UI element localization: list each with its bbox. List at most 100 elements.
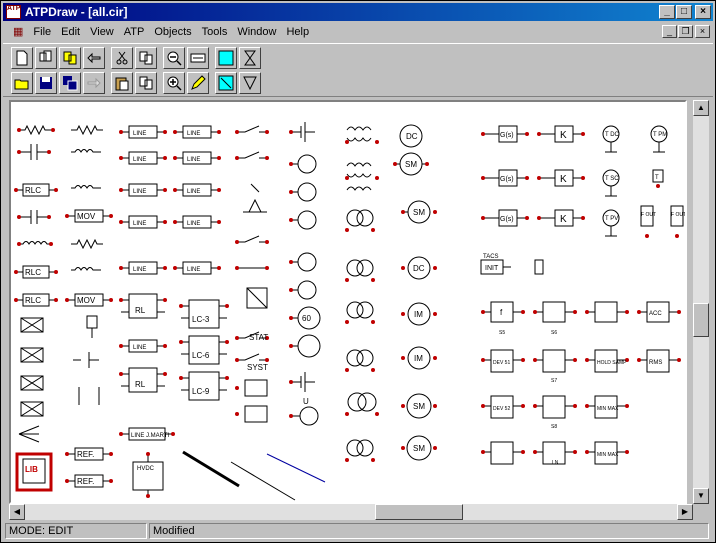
gs-label-1: G(s) [500, 132, 514, 139]
copy-doc-button[interactable] [59, 47, 81, 69]
minimize-button[interactable]: _ [659, 5, 675, 19]
arrows-icon [87, 52, 101, 64]
hold-label: HOLD SAMP [597, 360, 627, 366]
rl-label-2: RL [135, 380, 146, 389]
tpv-label: T PV [605, 216, 618, 222]
status-mode: MODE: EDIT [5, 523, 147, 539]
flip-button[interactable] [239, 72, 261, 94]
scroll-right-button[interactable]: ▶ [677, 504, 693, 520]
fout-label-2: F OUT [671, 212, 685, 218]
t-label: T [655, 175, 659, 181]
menu-edit[interactable]: Edit [56, 23, 85, 41]
horizontal-scrollbar[interactable]: ◀ ▶ [9, 504, 693, 520]
window-title: ATPDraw - [all.cir] [25, 5, 128, 19]
mov-label-1: MOV [77, 212, 96, 221]
mdi-restore-button[interactable]: ❐ [678, 25, 693, 38]
atpdraw-app-icon[interactable]: ATP [6, 5, 21, 19]
dc-label-2: DC [413, 264, 425, 273]
tsc-label: T SC [605, 176, 619, 182]
minmax-label-1: MIN MAX [597, 406, 619, 412]
redo-button[interactable] [83, 72, 105, 94]
save-icon [40, 77, 52, 89]
stat-label: STAT [249, 333, 268, 342]
arrows-disabled-icon [87, 77, 101, 89]
scroll-left-button[interactable]: ◀ [9, 504, 25, 520]
sm-label-2: SM [413, 208, 425, 217]
menu-help[interactable]: Help [281, 23, 314, 41]
open-button[interactable] [11, 72, 33, 94]
status-bar: MODE: EDIT Modified [3, 522, 713, 541]
zoom-out-button[interactable] [163, 47, 185, 69]
mdi-doc-icon[interactable]: ▦ [3, 23, 28, 41]
menu-file[interactable]: File [28, 23, 56, 41]
scroll-down-button[interactable]: ▼ [693, 488, 709, 504]
vertical-scrollbar[interactable]: ▲ ▼ [693, 100, 709, 504]
minmax-label-2: MIN MAX [597, 452, 619, 458]
save-button[interactable] [35, 72, 57, 94]
hourglass-button[interactable] [239, 47, 261, 69]
scroll-up-button[interactable]: ▲ [693, 100, 709, 116]
jmarti-label: LINE J.MARTI [131, 433, 170, 439]
vertical-scroll-thumb[interactable] [693, 303, 709, 337]
rms-label: RMS [649, 360, 662, 366]
menu-objects[interactable]: Objects [149, 23, 196, 41]
save-all-button[interactable] [59, 72, 81, 94]
text-icon [190, 53, 206, 63]
fout-label-1: F OUT [641, 212, 656, 218]
im-label-1: IM [414, 310, 423, 319]
menu-window[interactable]: Window [232, 23, 281, 41]
acc-label: ACC [649, 311, 662, 317]
k-label-3: K [560, 214, 567, 225]
duplicate-button[interactable] [135, 72, 157, 94]
ln-label: LN [552, 460, 559, 466]
sm-label-1: SM [405, 160, 417, 169]
text-button[interactable] [187, 47, 209, 69]
f-label: f [500, 308, 503, 317]
lc6-label: LC-6 [192, 351, 210, 360]
menu-tools[interactable]: Tools [197, 23, 233, 41]
line-label-10: LINE [187, 221, 200, 227]
select-icon [218, 75, 234, 91]
s8-label: S8 [551, 424, 557, 430]
s6-label: S6 [551, 330, 557, 336]
s7-label: S7 [551, 378, 557, 384]
horizontal-scroll-thumb[interactable] [375, 504, 463, 520]
line-label-9: LINE [187, 189, 200, 195]
mdi-close-button[interactable]: × [695, 25, 710, 38]
tpm-label: T PM [653, 132, 667, 138]
save-all-icon [63, 76, 78, 91]
new-multi-icon [39, 50, 52, 62]
new-button[interactable] [11, 47, 33, 69]
select-button[interactable] [215, 72, 237, 94]
copy-icon [139, 51, 153, 65]
copy-button[interactable] [135, 47, 157, 69]
tacs-label: TACS [483, 254, 499, 260]
menu-atp[interactable]: ATP [119, 23, 150, 41]
zoom-in-icon [167, 76, 182, 91]
close-button[interactable]: × [695, 5, 711, 19]
color-button[interactable] [215, 47, 237, 69]
ref-label-2: REF. [77, 477, 94, 486]
line-label-6: LINE [133, 345, 146, 351]
draw-button[interactable] [187, 72, 209, 94]
hvdc-label: HVDC [137, 466, 155, 472]
gs-label-2: G(s) [500, 176, 514, 183]
paste-button[interactable] [111, 72, 133, 94]
line-label-8: LINE [187, 157, 200, 163]
lib-button[interactable]: LIB [15, 452, 53, 492]
dev51-label: DEV 51 [493, 360, 510, 366]
line-label-7: LINE [187, 131, 200, 137]
new-icon [16, 50, 28, 66]
circuit-canvas[interactable]: RLC RLC RLC MOV MOV REF. REF. LINE LINE … [9, 100, 687, 504]
status-modified: Modified [149, 523, 709, 539]
new-multi-button[interactable] [35, 47, 57, 69]
mdi-minimize-button[interactable]: _ [662, 25, 677, 38]
rlc-label-1: RLC [25, 186, 41, 195]
maximize-button[interactable]: □ [676, 5, 692, 19]
cut-button[interactable] [111, 47, 133, 69]
menu-view[interactable]: View [85, 23, 119, 41]
lib-label: LIB [25, 465, 38, 474]
duplicate-icon [139, 76, 153, 90]
zoom-in-button[interactable] [163, 72, 185, 94]
undo-button[interactable] [83, 47, 105, 69]
